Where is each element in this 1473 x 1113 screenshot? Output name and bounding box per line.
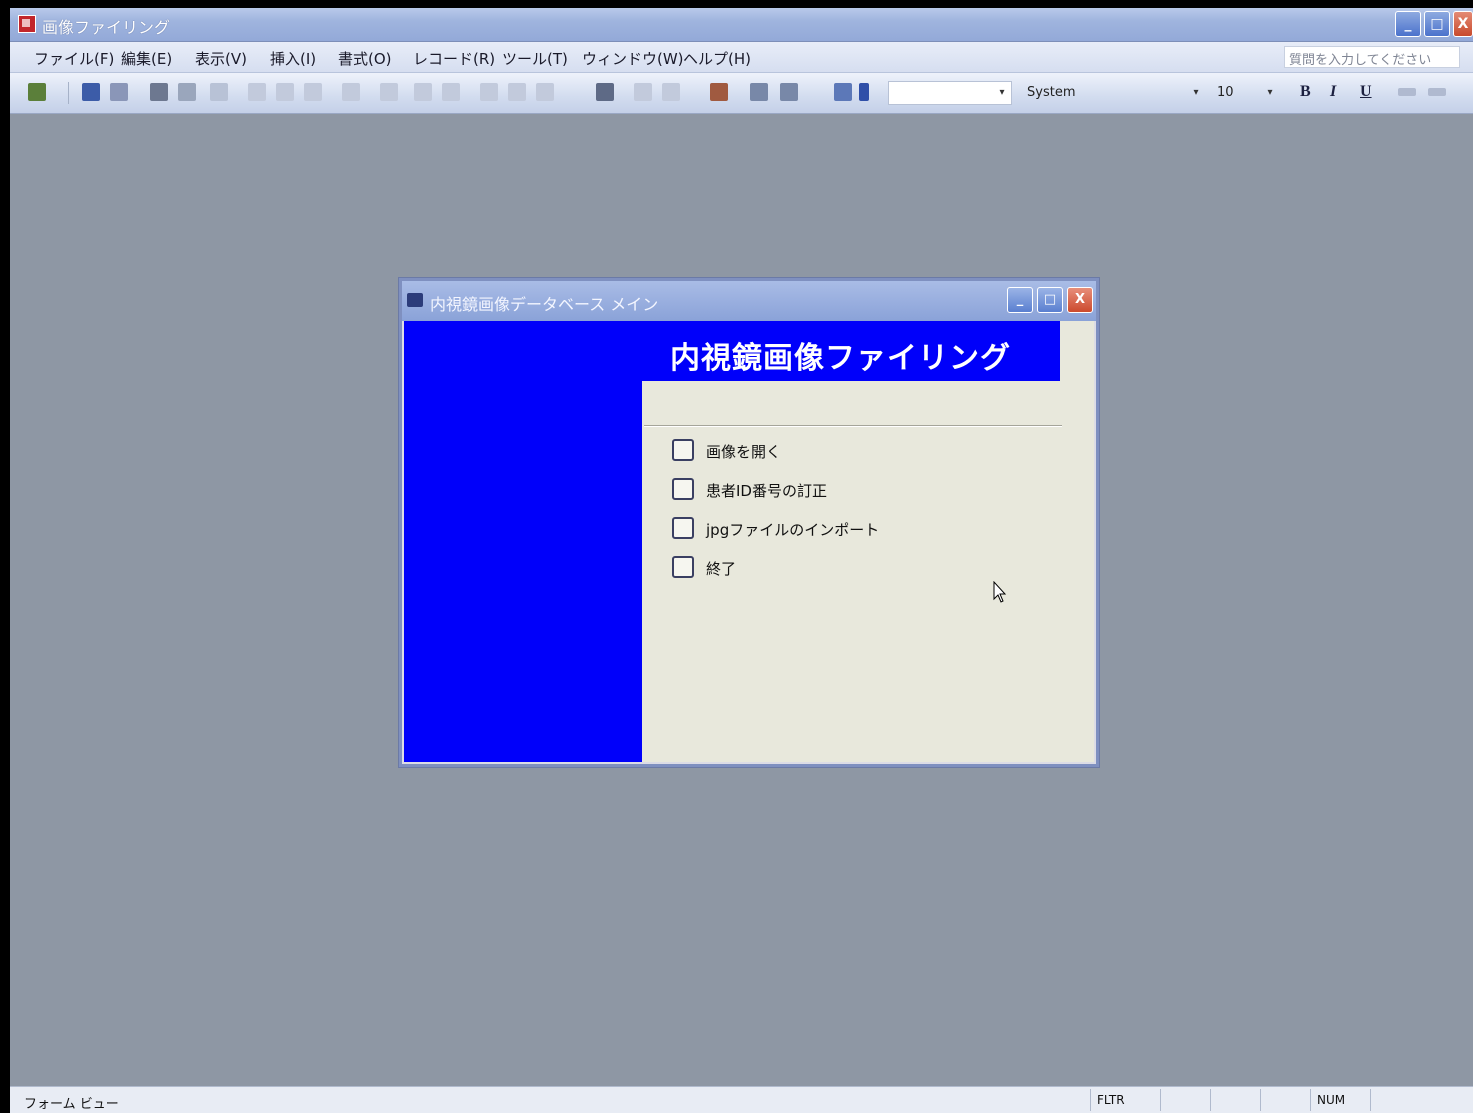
chevron-down-icon[interactable]: ▾ [995, 84, 1009, 102]
spelling-icon[interactable] [210, 83, 228, 101]
menu-file[interactable]: ファイル(F) [34, 48, 114, 69]
option-button[interactable] [672, 517, 694, 539]
object-combo[interactable]: ▾ [888, 81, 1012, 105]
font-size-value: 10 [1217, 85, 1234, 100]
divider [644, 425, 1062, 427]
menu-insert[interactable]: 挿入(I) [270, 48, 316, 69]
menu-bar: ファイル(F) 編集(E) 表示(V) 挿入(I) 書式(O) レコード(R) … [10, 42, 1473, 73]
option-label: jpgファイルのインポート [706, 521, 880, 539]
close-button[interactable]: X [1453, 11, 1473, 37]
filter-selection-icon[interactable] [480, 83, 498, 101]
option-label: 終了 [706, 560, 737, 578]
form-window: 内視鏡画像データベース メイン _ □ X 内視鏡画像ファイリング 画像を開く … [399, 278, 1099, 767]
sort-descending-icon[interactable] [442, 83, 460, 101]
font-size-combo[interactable]: 10 ▾ [1210, 81, 1280, 105]
access-app-icon [18, 15, 36, 33]
form-minimize-button[interactable]: _ [1007, 287, 1033, 313]
option-label: 画像を開く [706, 443, 782, 461]
delete-record-icon[interactable] [662, 83, 680, 101]
maximize-button[interactable]: □ [1424, 11, 1450, 37]
help-search-input[interactable]: 質問を入力してください [1284, 46, 1460, 68]
menu-view[interactable]: 表示(V) [195, 48, 247, 69]
form-heading: 内視鏡画像ファイリング [670, 341, 1011, 376]
help-icon[interactable] [834, 83, 852, 101]
menu-records[interactable]: レコード(R) [413, 48, 495, 69]
new-object-icon[interactable] [780, 83, 798, 101]
align-center-icon[interactable] [1428, 88, 1446, 96]
database-window-icon[interactable] [750, 83, 768, 101]
new-record-icon[interactable] [634, 83, 652, 101]
chevron-down-icon[interactable]: ▾ [1263, 84, 1277, 102]
align-left-icon[interactable] [1398, 88, 1416, 96]
underline-button[interactable]: U [1360, 83, 1372, 101]
menu-window[interactable]: ウィンドウ(W) [582, 48, 684, 69]
save-icon[interactable] [82, 83, 100, 101]
toolbar: ▾ System ▾ 10 ▾ B I U [10, 73, 1473, 114]
find-icon[interactable] [596, 83, 614, 101]
properties-icon[interactable] [710, 83, 728, 101]
view-icon[interactable] [28, 83, 46, 101]
menu-edit[interactable]: 編集(E) [121, 48, 172, 69]
option-button[interactable] [672, 439, 694, 461]
chevron-down-icon[interactable]: ▾ [1189, 84, 1203, 102]
app-titlebar: 画像ファイリング _ □ X [10, 8, 1473, 42]
insert-hyperlink-icon[interactable] [380, 83, 398, 101]
font-combo-value: System [1027, 85, 1076, 100]
bold-button[interactable]: B [1300, 83, 1311, 101]
form-body: 内視鏡画像ファイリング 画像を開く 患者ID番号の訂正 jpgファイルのインポー… [404, 321, 1094, 762]
mouse-cursor-icon [993, 581, 1007, 603]
menu-tools[interactable]: ツール(T) [502, 48, 568, 69]
toolbar-options-icon[interactable] [859, 83, 869, 101]
status-bar: フォーム ビュー FLTR NUM [10, 1086, 1473, 1113]
status-cell-empty [1370, 1089, 1420, 1111]
blue-side-panel [404, 321, 642, 762]
font-combo[interactable]: System ▾ [1020, 81, 1206, 105]
status-cell-empty [1260, 1089, 1310, 1111]
status-cell-empty [1160, 1089, 1210, 1111]
menu-help[interactable]: ヘルプ(H) [683, 48, 751, 69]
status-num: NUM [1310, 1089, 1370, 1111]
print-preview-icon[interactable] [178, 83, 196, 101]
undo-icon[interactable] [342, 83, 360, 101]
form-title: 内視鏡画像データベース メイン [430, 295, 659, 314]
toolbar-separator [68, 82, 69, 104]
option-button[interactable] [672, 478, 694, 500]
status-fltr: FLTR [1090, 1089, 1160, 1111]
cut-icon[interactable] [248, 83, 266, 101]
filter-form-icon[interactable] [508, 83, 526, 101]
italic-button[interactable]: I [1330, 83, 1336, 101]
form-close-button[interactable]: X [1067, 287, 1093, 313]
minimize-button[interactable]: _ [1395, 11, 1421, 37]
app-title: 画像ファイリング [42, 18, 171, 37]
menu-format[interactable]: 書式(O) [338, 48, 392, 69]
search-file-icon[interactable] [110, 83, 128, 101]
copy-icon[interactable] [276, 83, 294, 101]
paste-icon[interactable] [304, 83, 322, 101]
print-icon[interactable] [150, 83, 168, 101]
option-label: 患者ID番号の訂正 [706, 482, 827, 500]
form-titlebar[interactable]: 内視鏡画像データベース メイン _ □ X [402, 281, 1096, 321]
status-cell-empty [1210, 1089, 1260, 1111]
apply-filter-icon[interactable] [536, 83, 554, 101]
form-icon [407, 293, 423, 307]
app-window: 画像ファイリング _ □ X ファイル(F) 編集(E) 表示(V) 挿入(I)… [10, 8, 1473, 1113]
option-button[interactable] [672, 556, 694, 578]
form-maximize-button[interactable]: □ [1037, 287, 1063, 313]
status-text: フォーム ビュー [24, 1097, 119, 1112]
sort-ascending-icon[interactable] [414, 83, 432, 101]
